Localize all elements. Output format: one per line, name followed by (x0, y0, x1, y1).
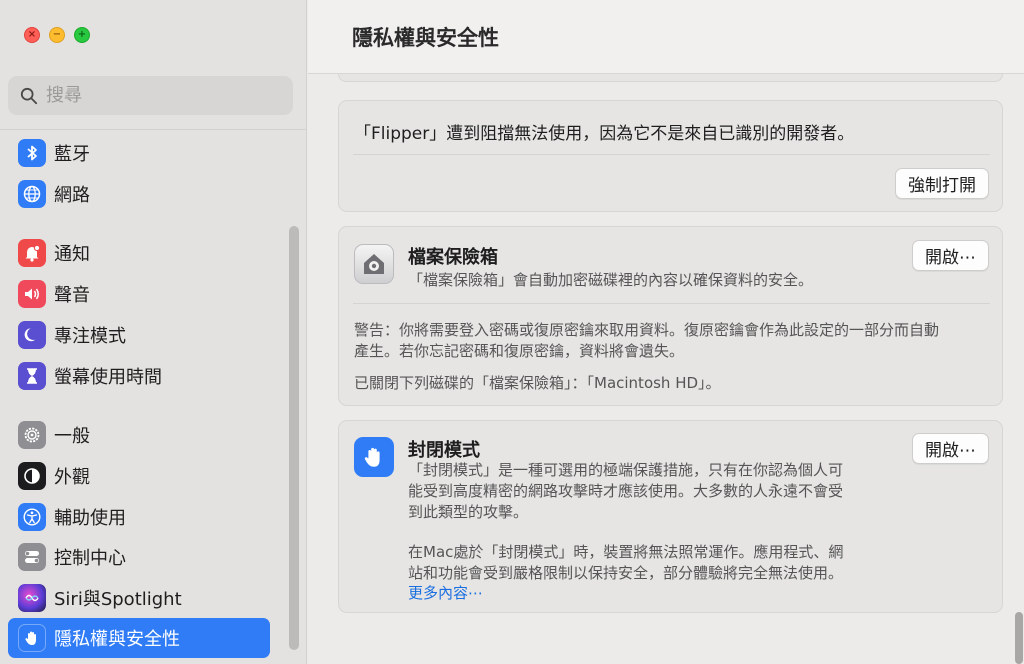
gear-icon (18, 421, 46, 449)
window-controls: × − + (24, 27, 90, 43)
sidebar-item-label: 通知 (54, 244, 90, 265)
lockdown-mac-line1: 在Mac處於「封閉模式」時，裝置將無法照常運作。應用程式、網 (408, 543, 844, 561)
sidebar-item-focus[interactable]: 專注模式 (8, 315, 270, 355)
main-scrollbar[interactable] (1015, 612, 1023, 664)
minimize-button[interactable]: − (49, 27, 65, 43)
sidebar-item-network[interactable]: 網路 (8, 174, 270, 214)
sidebar-item-label: Siri與Spotlight (54, 589, 182, 610)
titlebar: 隱私權與安全性 (308, 0, 1024, 74)
sidebar-item-siri-spotlight[interactable]: Siri與Spotlight (8, 578, 270, 618)
search-field[interactable] (8, 76, 293, 115)
search-input[interactable] (46, 85, 266, 106)
filevault-description: 「檔案保險箱」會自動加密磁碟裡的內容以確保資料的安全。 (408, 271, 814, 289)
sidebar-item-sound[interactable]: 聲音 (8, 274, 270, 314)
filevault-turn-on-button[interactable]: 開啟⋯ (912, 240, 989, 271)
filevault-status: 已關閉下列磁碟的「檔案保險箱」：「Macintosh HD」。 (354, 374, 721, 392)
filevault-warning-line1: 警告：你將需要登入密碼或復原密鑰來取用資料。復原密鑰會作為此設定的一部分而自動 (354, 321, 940, 339)
card-divider (353, 154, 990, 155)
sidebar-item-accessibility[interactable]: 輔助使用 (8, 497, 270, 537)
lockdown-mode-card: 封閉模式 開啟⋯ 「封閉模式」是一種可選用的極端保護措施，只有在你認為個人可 能… (338, 420, 1003, 613)
filevault-title: 檔案保險箱 (408, 247, 498, 268)
lockdown-mac-line2: 站和功能會受到嚴格限制以保持安全，部分體驗將完全無法使用。 (408, 564, 844, 582)
sidebar-item-bluetooth[interactable]: 藍牙 (8, 133, 270, 173)
sidebar-item-control-center[interactable]: 控制中心 (8, 537, 270, 577)
sidebar-item-label: 一般 (54, 426, 90, 447)
accessibility-icon (18, 503, 46, 531)
sidebar-item-screen-time[interactable]: 螢幕使用時間 (8, 356, 270, 396)
filevault-warning-line2: 產生。若你忘記密碼和復原密鑰，資料將會遺失。 (354, 342, 685, 360)
sidebar-item-label: 網路 (54, 185, 90, 206)
search-icon (20, 87, 38, 104)
filevault-icon (354, 244, 394, 284)
blocked-app-card: 「Flipper」遭到阻擋無法使用，因為它不是來自已識別的開發者。 強制打開 (338, 100, 1003, 212)
hand-icon (354, 437, 394, 477)
previous-card-edge (338, 74, 1003, 82)
lockdown-turn-on-button[interactable]: 開啟⋯ (912, 433, 989, 464)
sidebar-item-label: 藍牙 (54, 144, 90, 165)
sidebar-item-label: 隱私權與安全性 (54, 629, 180, 650)
sidebar-item-privacy-security[interactable]: 隱私權與安全性 (8, 618, 270, 658)
sidebar-item-notifications[interactable]: 通知 (8, 233, 270, 273)
sidebar-item-label: 螢幕使用時間 (54, 367, 162, 388)
bluetooth-icon (18, 139, 46, 167)
sidebar: × − + 藍牙 網路 通知 聲音 專注 (0, 0, 307, 664)
lockdown-desc-line1: 「封閉模式」是一種可選用的極端保護措施，只有在你認為個人可 (408, 461, 844, 479)
sidebar-item-appearance[interactable]: 外觀 (8, 456, 270, 496)
moon-icon (18, 321, 46, 349)
zoom-button[interactable]: + (74, 27, 90, 43)
sidebar-item-label: 控制中心 (54, 548, 126, 569)
globe-icon (18, 180, 46, 208)
learn-more-link[interactable]: 更多內容⋯ (408, 582, 483, 603)
sidebar-scrollbar[interactable] (289, 226, 299, 650)
card-divider (353, 303, 990, 304)
sidebar-item-label: 專注模式 (54, 326, 126, 347)
appearance-icon (18, 462, 46, 490)
lockdown-desc-line3: 到此類型的攻擊。 (408, 503, 529, 521)
lockdown-desc-line2: 能受到高度精密的網路攻擊時才應該使用。大多數的人永遠不會受 (408, 482, 844, 500)
close-button[interactable]: × (24, 27, 40, 43)
filevault-card: 檔案保險箱 「檔案保險箱」會自動加密磁碟裡的內容以確保資料的安全。 開啟⋯ 警告… (338, 226, 1003, 406)
main-pane: 隱私權與安全性 「Flipper」遭到阻擋無法使用，因為它不是來自已識別的開發者… (308, 0, 1024, 664)
open-anyway-button[interactable]: 強制打開 (895, 168, 989, 199)
hourglass-icon (18, 362, 46, 390)
sidebar-item-label: 輔助使用 (54, 508, 126, 529)
toggles-icon (18, 543, 46, 571)
bell-icon (18, 239, 46, 267)
hand-icon (18, 624, 46, 652)
sidebar-item-general[interactable]: 一般 (8, 415, 270, 455)
sidebar-item-label: 外觀 (54, 467, 90, 488)
sidebar-divider (0, 129, 307, 130)
sidebar-item-label: 聲音 (54, 285, 90, 306)
page-title: 隱私權與安全性 (352, 26, 499, 50)
blocked-app-message: 「Flipper」遭到阻擋無法使用，因為它不是來自已識別的開發者。 (354, 124, 855, 144)
speaker-icon (18, 280, 46, 308)
siri-icon (18, 584, 46, 612)
